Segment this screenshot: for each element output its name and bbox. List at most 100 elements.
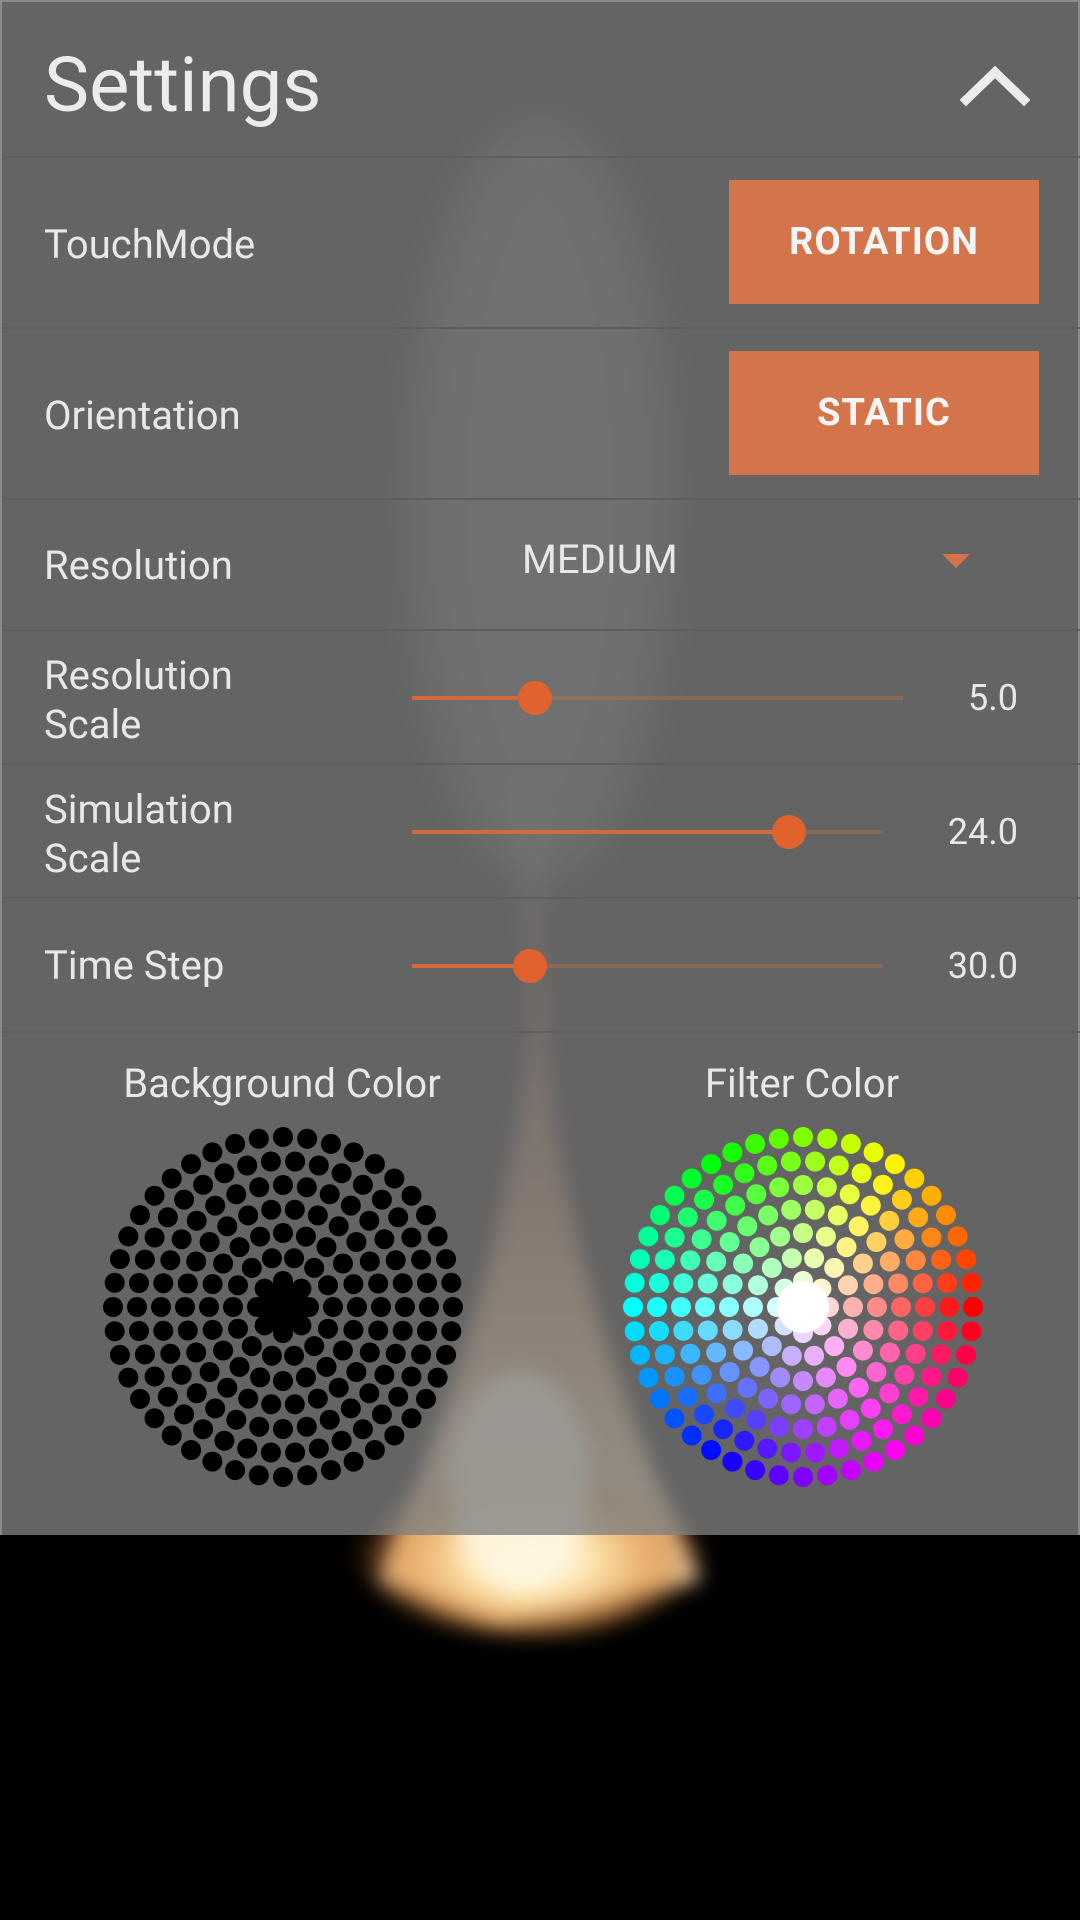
background-color-swatch[interactable] [340, 1195, 361, 1216]
filter-color-swatch[interactable] [673, 1320, 694, 1341]
filter-color-swatch[interactable] [891, 1297, 911, 1317]
background-color-swatch[interactable] [273, 1419, 293, 1439]
filter-color-swatch[interactable] [891, 1189, 912, 1210]
background-color-swatch[interactable] [181, 1440, 202, 1460]
filter-color-swatch[interactable] [840, 1460, 861, 1481]
filter-color-swatch[interactable] [888, 1320, 909, 1341]
filter-color-swatch[interactable] [664, 1408, 685, 1429]
filter-color-swatch[interactable] [866, 1362, 887, 1382]
background-color-swatch[interactable] [214, 1430, 235, 1451]
filter-color-swatch[interactable] [827, 1205, 848, 1226]
background-color-swatch[interactable] [186, 1210, 207, 1231]
background-color-swatch[interactable] [392, 1320, 413, 1341]
background-color-swatch[interactable] [359, 1210, 380, 1231]
background-color-swatch[interactable] [171, 1364, 192, 1385]
filter-color-swatch[interactable] [848, 1377, 869, 1398]
background-color-swatch[interactable] [174, 1404, 195, 1425]
filter-color-swatch[interactable] [908, 1386, 929, 1407]
filter-color-swatch[interactable] [937, 1321, 957, 1341]
filter-color-swatch[interactable] [701, 1154, 722, 1174]
filter-color-swatch[interactable] [664, 1185, 685, 1206]
filter-color-swatch[interactable] [757, 1155, 778, 1176]
orientation-button[interactable]: STATIC [729, 351, 1039, 475]
filter-color-swatch[interactable] [781, 1345, 802, 1366]
background-color-swatch[interactable] [347, 1297, 367, 1317]
filter-color-swatch[interactable] [838, 1318, 858, 1339]
filter-color-swatch[interactable] [680, 1250, 701, 1271]
background-color-swatch[interactable] [174, 1189, 195, 1210]
slider-thumb[interactable] [517, 681, 552, 715]
filter-color-swatch[interactable] [649, 1321, 669, 1341]
filter-color-swatch[interactable] [963, 1297, 983, 1317]
background-color-swatch[interactable] [284, 1394, 305, 1415]
background-color-swatch[interactable] [213, 1340, 234, 1361]
filter-color-swatch[interactable] [768, 1465, 789, 1486]
background-color-swatch[interactable] [416, 1205, 436, 1226]
filter-color-swatch[interactable] [939, 1297, 959, 1317]
filter-color-swatch[interactable] [872, 1419, 893, 1440]
filter-color-swatch[interactable] [768, 1128, 789, 1149]
background-color-swatch[interactable] [130, 1205, 150, 1226]
background-color-swatch[interactable] [260, 1151, 281, 1172]
filter-color-swatch[interactable] [749, 1237, 770, 1258]
background-color-swatch[interactable] [359, 1342, 380, 1363]
background-color-swatch[interactable] [368, 1273, 389, 1294]
background-color-swatch[interactable] [308, 1438, 329, 1459]
background-color-swatch[interactable] [371, 1404, 392, 1425]
filter-color-swatch[interactable] [781, 1394, 802, 1415]
filter-color-swatch[interactable] [961, 1321, 982, 1342]
filter-color-swatch[interactable] [769, 1416, 790, 1437]
background-color-swatch[interactable] [388, 1207, 409, 1228]
background-color-swatch[interactable] [318, 1318, 338, 1339]
background-color-swatch[interactable] [346, 1232, 367, 1252]
filter-color-swatch[interactable] [695, 1297, 715, 1317]
background-color-swatch[interactable] [320, 1460, 341, 1481]
filter-color-swatch[interactable] [836, 1356, 857, 1377]
filter-color-swatch[interactable] [816, 1177, 837, 1198]
filter-color-swatch[interactable] [817, 1465, 838, 1486]
background-color-swatch[interactable] [177, 1320, 198, 1341]
filter-color-swatch[interactable] [722, 1274, 743, 1295]
filter-color-swatch[interactable] [905, 1343, 926, 1364]
filter-color-swatch[interactable] [838, 1275, 858, 1296]
filter-color-swatch[interactable] [758, 1388, 779, 1409]
background-color-swatch[interactable] [144, 1366, 165, 1387]
background-color-swatch[interactable] [223, 1297, 243, 1317]
filter-color-swatch[interactable] [629, 1249, 650, 1270]
background-color-swatch[interactable] [304, 1257, 325, 1278]
filter-color-swatch[interactable] [851, 1163, 872, 1184]
filter-color-swatch[interactable] [888, 1273, 909, 1294]
background-color-swatch[interactable] [320, 1133, 341, 1154]
filter-color-swatch[interactable] [904, 1168, 925, 1189]
filter-color-swatch[interactable] [673, 1273, 694, 1294]
background-color-swatch[interactable] [153, 1273, 174, 1294]
background-color-swatch[interactable] [248, 1465, 269, 1486]
background-color-swatch[interactable] [343, 1142, 364, 1163]
background-color-swatch[interactable] [436, 1249, 457, 1270]
time-step-slider[interactable] [412, 949, 883, 983]
background-color-swatch[interactable] [129, 1273, 149, 1293]
filter-color-swatch[interactable] [866, 1232, 887, 1252]
filter-color-swatch[interactable] [691, 1229, 712, 1250]
filter-color-swatch[interactable] [722, 1142, 743, 1163]
filter-color-swatch[interactable] [921, 1366, 942, 1387]
filter-color-swatch[interactable] [879, 1342, 900, 1363]
filter-color-swatch[interactable] [863, 1451, 884, 1472]
background-color-swatch[interactable] [352, 1419, 373, 1440]
background-color-swatch[interactable] [331, 1163, 352, 1184]
background-color-swatch[interactable] [226, 1409, 247, 1430]
filter-color-swatch[interactable] [805, 1151, 826, 1172]
background-color-swatch[interactable] [401, 1185, 422, 1206]
filter-color-swatch[interactable] [817, 1128, 838, 1149]
filter-color-swatch[interactable] [851, 1430, 872, 1451]
filter-color-swatch[interactable] [749, 1356, 770, 1377]
resolution-dropdown[interactable]: MEDIUM [522, 520, 1002, 600]
background-color-swatch[interactable] [343, 1451, 364, 1472]
filter-color-swatch[interactable] [623, 1297, 643, 1317]
background-color-swatch[interactable] [374, 1364, 395, 1385]
filter-color-swatch[interactable] [770, 1226, 791, 1247]
filter-color-swatch[interactable] [761, 1257, 782, 1278]
background-color-swatch[interactable] [285, 1151, 306, 1172]
background-color-swatch[interactable] [214, 1163, 235, 1184]
filter-color-swatch[interactable] [681, 1168, 702, 1189]
